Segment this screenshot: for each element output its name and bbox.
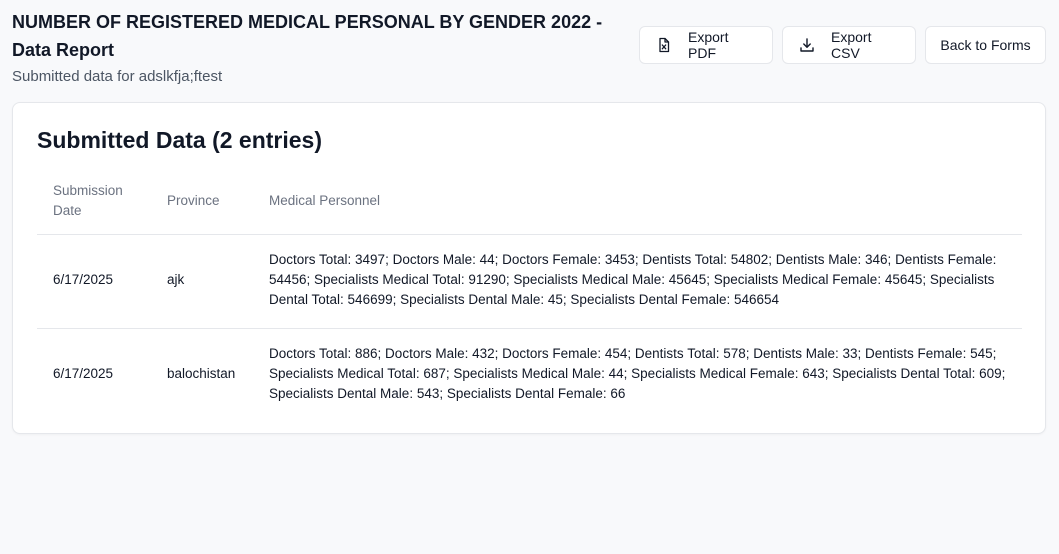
table-row[interactable]: 6/17/2025 ajk Doctors Total: 3497; Docto… [37,234,1022,329]
submitted-data-card: Submitted Data (2 entries) Submission Da… [12,102,1046,434]
page-header: NUMBER OF REGISTERED MEDICAL PERSONAL BY… [12,8,612,85]
cell-province: ajk [151,234,253,329]
cell-submission-date: 6/17/2025 [37,234,151,329]
cell-medical-personnel: Doctors Total: 886; Doctors Male: 432; D… [269,346,1006,401]
card-title: Submitted Data (2 entries) [37,127,322,153]
column-header-province[interactable]: Province [151,177,253,235]
file-x-icon [656,37,672,53]
cell-province: balochistan [167,366,236,381]
column-header-submission-date[interactable]: Submission Date [37,177,151,235]
page-title: NUMBER OF REGISTERED MEDICAL PERSONAL BY… [12,12,603,60]
export-csv-button[interactable]: Export CSV [782,26,916,64]
page-subtitle: Submitted data for adslkfja;ftest [12,68,223,85]
table-row[interactable]: 6/17/2025 balochistan Doctors Total: 886… [37,329,1022,423]
export-csv-label: Export CSV [831,29,872,61]
download-icon [799,37,815,53]
export-pdf-button[interactable]: Export PDF [639,26,773,64]
submissions-table: Submission Date Province Medical Personn… [37,177,1022,422]
export-pdf-label: Export PDF [688,29,729,61]
back-to-forms-button[interactable]: Back to Forms [925,26,1046,64]
back-to-forms-label: Back to Forms [940,37,1031,53]
header-actions: Export PDF Export CSV Back to Forms [639,26,1046,64]
table-header-row: Submission Date Province Medical Personn… [37,177,1022,235]
column-header-medical-personnel[interactable]: Medical Personnel [253,177,1022,235]
cell-medical-personnel: Doctors Total: 3497; Doctors Male: 44; D… [253,234,1022,329]
cell-submission-date: 6/17/2025 [53,366,114,381]
